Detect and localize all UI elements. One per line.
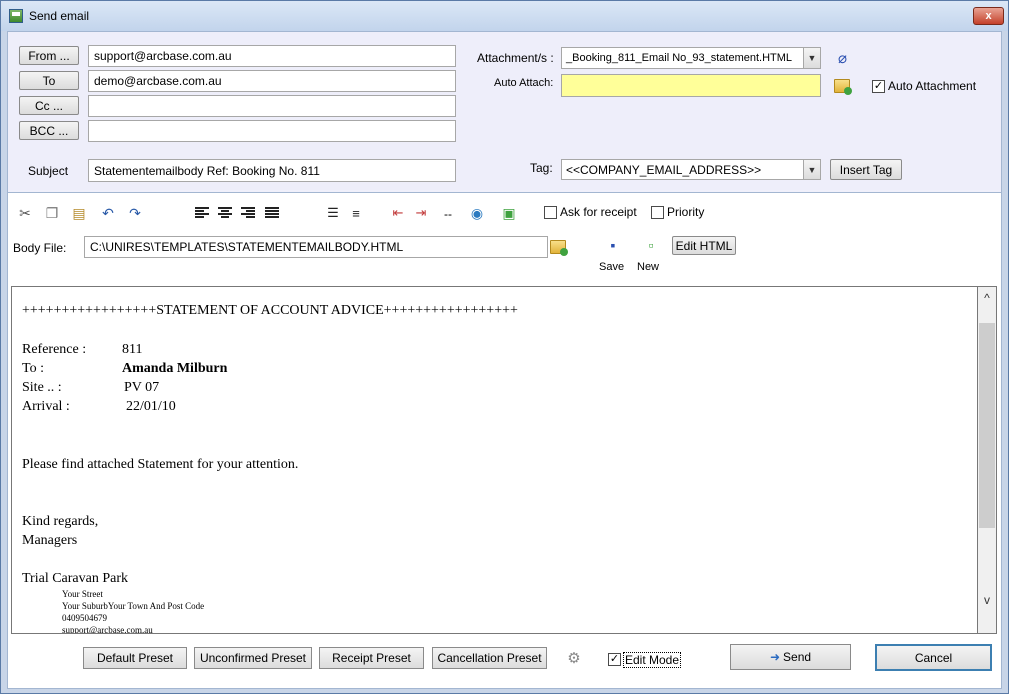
edit-mode-checkbox[interactable]: ✓	[608, 653, 621, 666]
attachments-select[interactable]: _Booking_811_Email No_93_statement.HTML …	[561, 47, 821, 69]
vertical-scrollbar[interactable]: ^ v	[978, 286, 997, 634]
cc-input[interactable]	[88, 95, 456, 117]
outdent-icon[interactable]: ⇤	[389, 204, 407, 222]
doc-signoff: Managers	[22, 533, 78, 548]
subject-label: Subject	[28, 164, 69, 178]
doc-arrival-label: Arrival :	[22, 399, 70, 414]
title-bar: Send email x	[1, 1, 1008, 31]
align-center-icon[interactable]	[218, 207, 232, 219]
doc-regards: Kind regards,	[22, 514, 99, 529]
edit-html-button[interactable]: Edit HTML	[672, 236, 736, 255]
numbered-list-icon[interactable]: ≡	[347, 204, 365, 222]
doc-email: support@arcbase.com.au	[62, 625, 153, 634]
subject-input[interactable]: Statementemailbody Ref: Booking No. 811	[88, 159, 456, 182]
attachments-label: Attachment/s :	[477, 51, 554, 65]
doc-reference-label: Reference :	[22, 342, 87, 357]
ask-receipt-label: Ask for receipt	[560, 205, 637, 219]
from-button[interactable]: From ...	[19, 46, 79, 65]
unconfirmed-preset-button[interactable]: Unconfirmed Preset	[194, 647, 312, 669]
gear-icon[interactable]: ⚙	[565, 649, 583, 667]
default-preset-button[interactable]: Default Preset	[83, 647, 187, 669]
cancellation-preset-button[interactable]: Cancellation Preset	[432, 647, 547, 669]
scroll-down-icon[interactable]: v	[978, 593, 996, 611]
client-area: From ... support@arcbase.com.au To demo@…	[7, 31, 1002, 689]
copy-icon[interactable]: ❐	[43, 204, 61, 222]
to-input[interactable]: demo@arcbase.com.au	[88, 70, 456, 92]
edit-mode-label: Edit Mode	[623, 652, 682, 668]
tag-label: Tag:	[530, 161, 553, 175]
doc-arrival-value: 22/01/10	[126, 399, 176, 414]
redo-icon[interactable]: ↷	[126, 204, 144, 222]
bcc-button[interactable]: BCC ...	[19, 121, 79, 140]
email-body-area: ✂ ❐ ▤ ↶ ↷ ☰ ≡ ⇤ ⇥ -- ◉ ▣ Ask for receipt…	[8, 192, 1001, 688]
cc-button[interactable]: Cc ...	[19, 96, 79, 115]
paste-icon[interactable]: ▤	[70, 204, 88, 222]
email-body-editor[interactable]: +++++++++++++++++STATEMENT OF ACCOUNT AD…	[11, 286, 978, 634]
window-title: Send email	[29, 9, 90, 23]
doc-site-value: PV 07	[124, 380, 160, 395]
cancel-button[interactable]: Cancel	[875, 644, 992, 671]
send-button-label: Send	[783, 650, 812, 664]
close-button[interactable]: x	[973, 7, 1004, 25]
priority-label: Priority	[667, 205, 705, 219]
send-email-window: Send email x From ... support@arcbase.co…	[0, 0, 1009, 694]
from-input[interactable]: support@arcbase.com.au	[88, 45, 456, 67]
new-document-icon[interactable]: ▫	[642, 236, 660, 254]
align-left-icon[interactable]	[195, 207, 209, 219]
doc-company: Trial Caravan Park	[22, 571, 129, 586]
body-file-label: Body File:	[13, 241, 67, 255]
undo-icon[interactable]: ↶	[99, 204, 117, 222]
scroll-up-icon[interactable]: ^	[978, 291, 996, 309]
doc-message: Please find attached Statement for your …	[22, 457, 299, 472]
app-icon	[9, 9, 23, 23]
hyperlink-icon[interactable]: ◉	[468, 204, 486, 222]
save-icon[interactable]: ▪	[604, 236, 622, 254]
cut-icon[interactable]: ✂	[16, 204, 34, 222]
align-right-icon[interactable]	[241, 207, 255, 219]
attachments-value: _Booking_811_Email No_93_statement.HTML	[566, 52, 793, 64]
send-button[interactable]: ➜ Send	[730, 644, 851, 670]
scrollbar-thumb[interactable]	[979, 323, 995, 528]
body-file-input[interactable]: C:\UNIRES\TEMPLATES\STATEMENTEMAILBODY.H…	[84, 236, 548, 258]
folder-browse-icon[interactable]	[834, 79, 852, 95]
paperclip-icon[interactable]: ⌀	[838, 49, 847, 67]
insert-image-icon[interactable]: ▣	[500, 204, 518, 222]
indent-icon[interactable]: ⇥	[412, 204, 430, 222]
doc-address-1: Your Street	[62, 589, 103, 599]
priority-checkbox[interactable]	[651, 206, 664, 219]
auto-attach-label: Auto Attach:	[494, 77, 554, 89]
header-area: From ... support@arcbase.com.au To demo@…	[8, 32, 1001, 190]
tag-select[interactable]: <<COMPANY_EMAIL_ADDRESS>> ▼	[561, 159, 821, 180]
new-label[interactable]: New	[637, 261, 659, 273]
insert-tag-button[interactable]: Insert Tag	[830, 159, 902, 180]
doc-to-value: Amanda Milburn	[122, 361, 228, 376]
auto-attachment-label: Auto Attachment	[888, 79, 977, 93]
folder-browse-icon[interactable]	[550, 240, 568, 256]
doc-address-2: Your SuburbYour Town And Post Code	[62, 601, 205, 611]
align-justify-icon[interactable]	[265, 207, 279, 219]
save-label[interactable]: Save	[599, 261, 624, 273]
ask-receipt-checkbox[interactable]	[544, 206, 557, 219]
bcc-input[interactable]	[88, 120, 456, 142]
doc-site-label: Site .. :	[22, 380, 62, 395]
doc-reference-value: 811	[122, 342, 143, 357]
doc-to-label: To :	[22, 361, 44, 376]
receipt-preset-button[interactable]: Receipt Preset	[319, 647, 424, 669]
doc-phone: 0409504679	[62, 613, 107, 623]
chevron-down-icon[interactable]: ▼	[803, 48, 820, 68]
horizontal-rule-icon[interactable]: --	[444, 207, 452, 221]
chevron-down-icon[interactable]: ▼	[803, 160, 820, 179]
tag-value: <<COMPANY_EMAIL_ADDRESS>>	[566, 162, 762, 177]
to-button[interactable]: To	[19, 71, 79, 90]
send-icon: ➜	[769, 650, 781, 664]
doc-heading: +++++++++++++++++STATEMENT OF ACCOUNT AD…	[22, 303, 518, 318]
auto-attachment-checkbox[interactable]: ✓	[872, 80, 885, 93]
auto-attach-input[interactable]	[561, 74, 821, 97]
bullet-list-icon[interactable]: ☰	[324, 204, 342, 222]
